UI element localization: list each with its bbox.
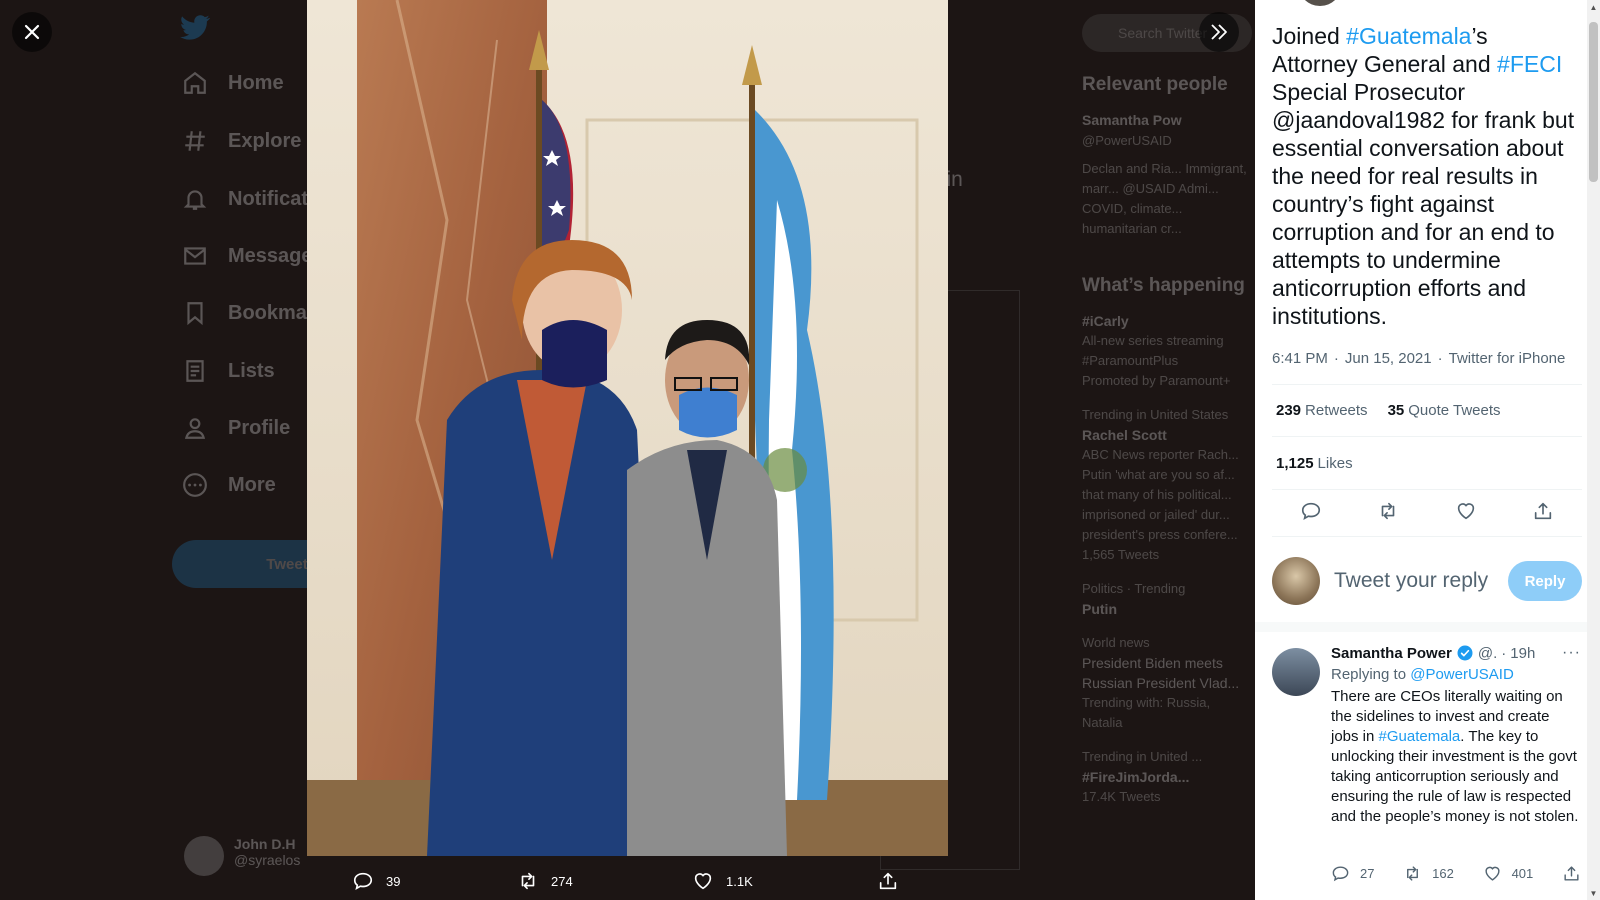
trend-item[interactable]: World news President Biden meets Russian … (1082, 633, 1252, 733)
reply-button[interactable]: Reply (1508, 561, 1582, 601)
share-icon (1564, 866, 1579, 881)
home-icon (184, 71, 206, 94)
tweet-actions (1272, 500, 1582, 522)
verified-badge-icon (1457, 645, 1473, 661)
close-icon (24, 24, 40, 40)
share-icon (879, 872, 897, 890)
divider (1272, 384, 1582, 385)
photo-illustration (307, 0, 948, 856)
nav-lists[interactable]: Lists (182, 358, 275, 384)
trend-item[interactable]: Trending in United ... #FireJimJorda... 17… (1082, 747, 1252, 807)
hashtag-icon (185, 131, 205, 151)
reply-composer: Tweet your reply Reply (1272, 556, 1582, 606)
twitter-logo-icon (180, 15, 210, 40)
avatar (184, 836, 224, 876)
tweet-time[interactable]: 19h (1510, 645, 1535, 662)
like-action[interactable]: 401 (1483, 864, 1533, 883)
right-sidebar: Search Twitter Relevant people Samantha … (1082, 14, 1252, 807)
divider (1272, 536, 1582, 537)
tweet-text: Joined #Guatemala’s Attorney General and… (1272, 22, 1577, 330)
share-action[interactable] (1562, 864, 1581, 883)
quote-tweets-stat[interactable]: 35 Quote Tweets (1388, 402, 1501, 419)
reply-action[interactable]: 27 (1331, 864, 1374, 883)
person-icon (184, 418, 206, 439)
envelope-icon (184, 247, 206, 265)
avatar[interactable] (1272, 648, 1320, 696)
retweets-stat[interactable]: 239 Retweets (1276, 402, 1368, 419)
tweet-text-segment: Joined (1272, 23, 1347, 49)
more-circle-icon (183, 473, 207, 497)
scroll-down-icon[interactable]: ▼ (1587, 886, 1600, 900)
replying-to: Replying to @PowerUSAID (1331, 666, 1514, 683)
media-action-bar: 39 274 1.1K (352, 866, 922, 896)
chevrons-right-icon (1211, 24, 1227, 40)
hashtag-link[interactable]: #FECI (1497, 51, 1562, 77)
close-button[interactable] (12, 12, 52, 52)
trend-item[interactable]: #iCarly All-new series streaming #Paramou… (1082, 311, 1252, 391)
tweet-date[interactable]: Jun 15, 2021 (1345, 350, 1432, 367)
likes-stats: 1,125 Likes (1276, 455, 1353, 472)
heart-icon[interactable] (1455, 500, 1477, 522)
tweet-photo[interactable] (307, 0, 948, 856)
trend-item[interactable]: Trending in United States Rachel Scott ABC… (1082, 405, 1252, 565)
divider (1272, 489, 1582, 490)
nav-profile[interactable]: Profile (182, 415, 290, 441)
likes-stat[interactable]: 1,125 Likes (1276, 455, 1353, 472)
nav-more[interactable]: More (182, 472, 276, 498)
heart-icon (694, 873, 712, 890)
scrollbar[interactable]: ▲ ▼ (1587, 0, 1600, 900)
comment-icon (1332, 866, 1349, 882)
scroll-up-icon[interactable]: ▲ (1587, 0, 1600, 14)
retweet-icon (521, 872, 535, 890)
retweet-stats: 239 Retweets 35 Quote Tweets (1276, 402, 1501, 419)
account-switcher[interactable]: John D.H @syraelos (184, 836, 300, 876)
avatar (1272, 557, 1320, 605)
tweet-source[interactable]: Twitter for iPhone (1449, 350, 1566, 367)
nav-messages[interactable]: Messages (182, 243, 324, 269)
section-separator (1255, 622, 1600, 632)
like-action[interactable]: 1.1K (692, 870, 877, 892)
retweet-icon[interactable] (1377, 500, 1399, 522)
more-options-icon[interactable]: ··· (1562, 644, 1581, 662)
list-icon (186, 360, 204, 382)
share-icon[interactable] (1532, 500, 1554, 522)
reply-input[interactable]: Tweet your reply (1334, 569, 1508, 593)
divider (1272, 436, 1582, 437)
retweet-action[interactable]: 274 (517, 870, 692, 892)
comment-icon (353, 872, 373, 890)
comment-icon[interactable] (1300, 500, 1322, 522)
tweet-meta: 6:41 PM · Jun 15, 2021 · Twitter for iPh… (1272, 350, 1566, 367)
toggle-sidebar-button[interactable] (1199, 12, 1239, 52)
reply-tweet-actions: 27 162 401 (1331, 864, 1581, 883)
scrollbar-thumb[interactable] (1589, 22, 1598, 182)
bell-icon (183, 190, 207, 210)
retweet-icon (1407, 866, 1419, 881)
author-avatar[interactable] (1298, 0, 1342, 6)
bookmark-icon (187, 302, 203, 326)
nav-home[interactable]: Home (182, 70, 284, 96)
tweet-detail-panel: Joined #Guatemala’s Attorney General and… (1255, 0, 1600, 900)
hashtag-link[interactable]: #Guatemala (1346, 23, 1471, 49)
reply-action[interactable]: 39 (352, 870, 517, 892)
hashtag-link[interactable]: #Guatemala (1379, 728, 1461, 745)
retweet-action[interactable]: 162 (1403, 864, 1454, 883)
relevant-person[interactable]: Samantha Pow @PowerUSAID Declan and Ria.… (1082, 110, 1252, 239)
author-name[interactable]: Samantha Power (1331, 645, 1452, 662)
heart-icon (1485, 866, 1500, 881)
share-action[interactable] (877, 870, 899, 892)
tweet-text-segment: Special Prosecutor @jaandoval1982 for fr… (1272, 79, 1575, 329)
author-handle[interactable]: @. (1478, 645, 1497, 662)
tweet-time[interactable]: 6:41 PM (1272, 350, 1328, 367)
trend-item[interactable]: Politics · Trending Putin (1082, 579, 1252, 619)
nav-explore[interactable]: Explore (182, 128, 301, 154)
reply-tweet-text: There are CEOs literally waiting on the … (1331, 688, 1579, 825)
